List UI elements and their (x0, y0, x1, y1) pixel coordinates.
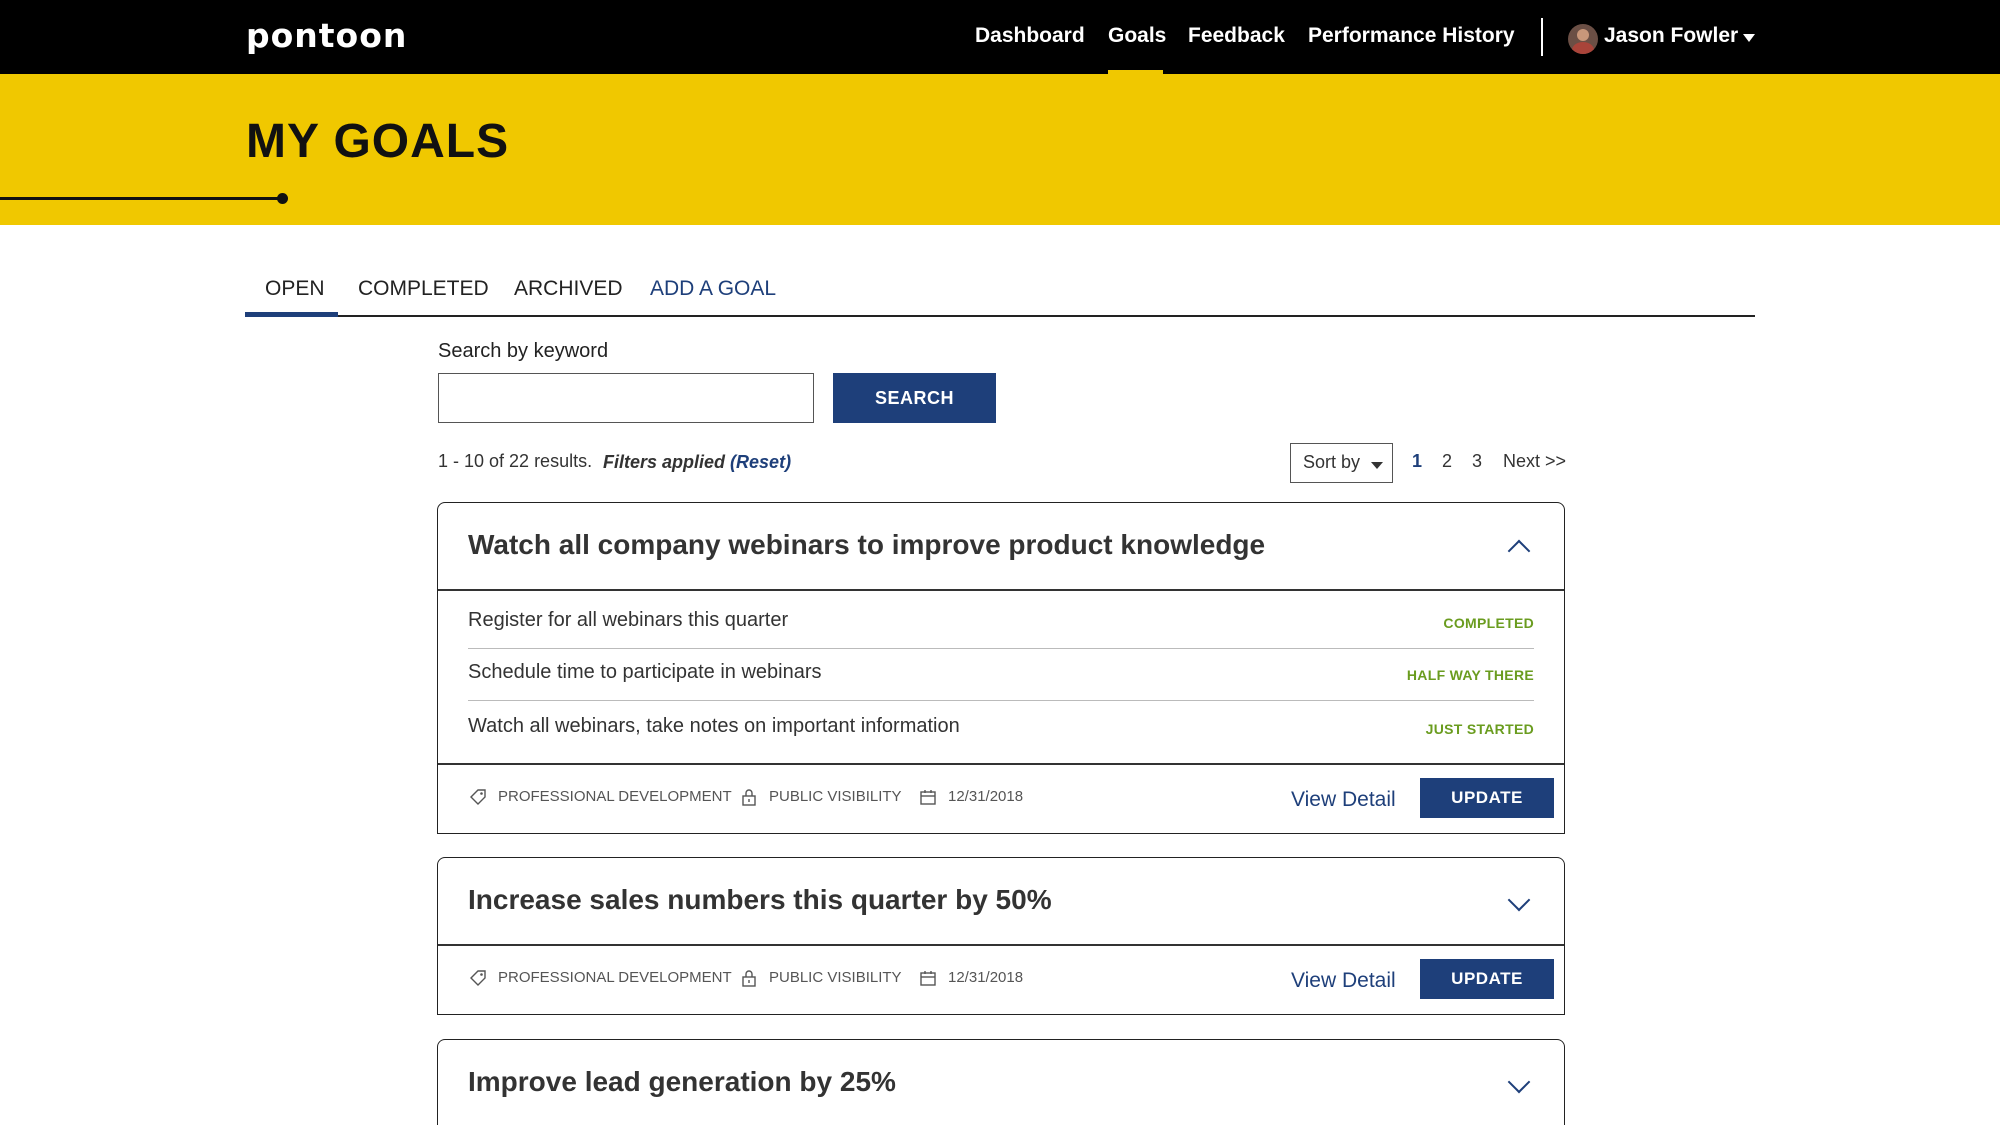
active-tab-indicator (245, 312, 338, 317)
filters-label: Filters applied (603, 452, 726, 472)
results-count: 1 - 10 of 22 results. (438, 451, 593, 471)
tab-completed[interactable]: COMPLETED (358, 277, 489, 301)
update-button[interactable]: UPDATE (1420, 778, 1554, 818)
search-button[interactable]: SEARCH (833, 373, 996, 423)
tag-icon (470, 970, 486, 986)
goal-card: Watch all company webinars to improve pr… (437, 502, 1565, 834)
caret-down-icon[interactable] (1743, 34, 1755, 42)
goal-visibility: PUBLIC VISIBILITY (769, 969, 902, 986)
goal-task-row: Schedule time to participate in webinars… (468, 649, 1534, 701)
update-button[interactable]: UPDATE (1420, 959, 1554, 999)
goal-visibility: PUBLIC VISIBILITY (769, 788, 902, 805)
task-text: Register for all webinars this quarter (468, 609, 789, 631)
filters-applied: Filters applied (Reset) (603, 452, 791, 473)
goal-card: Improve lead generation by 25% (437, 1039, 1565, 1125)
page-2-link[interactable]: 2 (1442, 451, 1452, 472)
goal-task-row: Watch all webinars, take notes on import… (468, 703, 1534, 755)
lock-icon (742, 789, 756, 806)
task-divider (468, 700, 1534, 701)
tab-archived[interactable]: ARCHIVED (514, 277, 623, 301)
view-detail-link[interactable]: View Detail (1291, 969, 1396, 993)
goal-category: PROFESSIONAL DEVELOPMENT (498, 969, 732, 986)
sort-by-dropdown[interactable]: Sort by (1290, 443, 1393, 483)
nav-performance-history[interactable]: Performance History (1308, 24, 1515, 48)
nav-divider (1541, 18, 1543, 56)
sort-by-label: Sort by (1303, 452, 1361, 472)
avatar[interactable] (1568, 24, 1598, 54)
goal-task-row: Register for all webinars this quarter C… (468, 597, 1534, 649)
top-navigation: pontoon Dashboard Goals Feedback Perform… (0, 0, 2000, 74)
goal-card: Increase sales numbers this quarter by 5… (437, 857, 1565, 1015)
goal-title[interactable]: Improve lead generation by 25% (468, 1066, 896, 1098)
search-input[interactable] (438, 373, 814, 423)
user-name[interactable]: Jason Fowler (1604, 24, 1738, 48)
chevron-down-icon[interactable] (1507, 1070, 1531, 1094)
lock-icon (742, 970, 756, 987)
decorative-line (0, 197, 282, 200)
task-status-badge: JUST STARTED (1425, 721, 1534, 737)
nav-feedback[interactable]: Feedback (1188, 24, 1285, 48)
reset-filters-link[interactable]: (Reset) (730, 452, 791, 472)
search-label: Search by keyword (438, 340, 609, 362)
tab-open[interactable]: OPEN (265, 277, 325, 301)
page-3-link[interactable]: 3 (1472, 451, 1482, 472)
caret-down-icon (1371, 462, 1383, 469)
task-status-badge: HALF WAY THERE (1406, 667, 1534, 683)
tab-add-a-goal[interactable]: ADD A GOAL (650, 277, 776, 301)
chevron-down-icon[interactable] (1507, 888, 1531, 912)
calendar-icon (920, 971, 936, 986)
page-header-banner: MY GOALS (0, 74, 2000, 225)
task-status-badge: COMPLETED (1443, 615, 1534, 631)
task-text: Watch all webinars, take notes on import… (468, 715, 960, 737)
goal-due-date: 12/31/2018 (948, 969, 1024, 986)
goal-category: PROFESSIONAL DEVELOPMENT (498, 788, 732, 805)
tag-icon (470, 789, 486, 805)
card-divider (438, 944, 1564, 946)
chevron-up-icon[interactable] (1507, 539, 1531, 563)
nav-dashboard[interactable]: Dashboard (975, 24, 1085, 48)
page-1-link[interactable]: 1 (1412, 451, 1422, 472)
pontoon-logo[interactable]: pontoon (246, 16, 407, 55)
decorative-dot (277, 193, 288, 204)
goal-due-date: 12/31/2018 (948, 788, 1024, 805)
view-detail-link[interactable]: View Detail (1291, 788, 1396, 812)
card-divider (438, 763, 1564, 765)
nav-goals[interactable]: Goals (1108, 24, 1166, 48)
card-divider (438, 589, 1564, 591)
tabs-underline (245, 315, 1755, 317)
task-text: Schedule time to participate in webinars (468, 661, 822, 683)
calendar-icon (920, 790, 936, 805)
goal-title[interactable]: Increase sales numbers this quarter by 5… (468, 884, 1052, 916)
goal-title[interactable]: Watch all company webinars to improve pr… (468, 529, 1265, 561)
page-title: MY GOALS (246, 115, 510, 168)
next-page-link[interactable]: Next >> (1503, 451, 1566, 472)
